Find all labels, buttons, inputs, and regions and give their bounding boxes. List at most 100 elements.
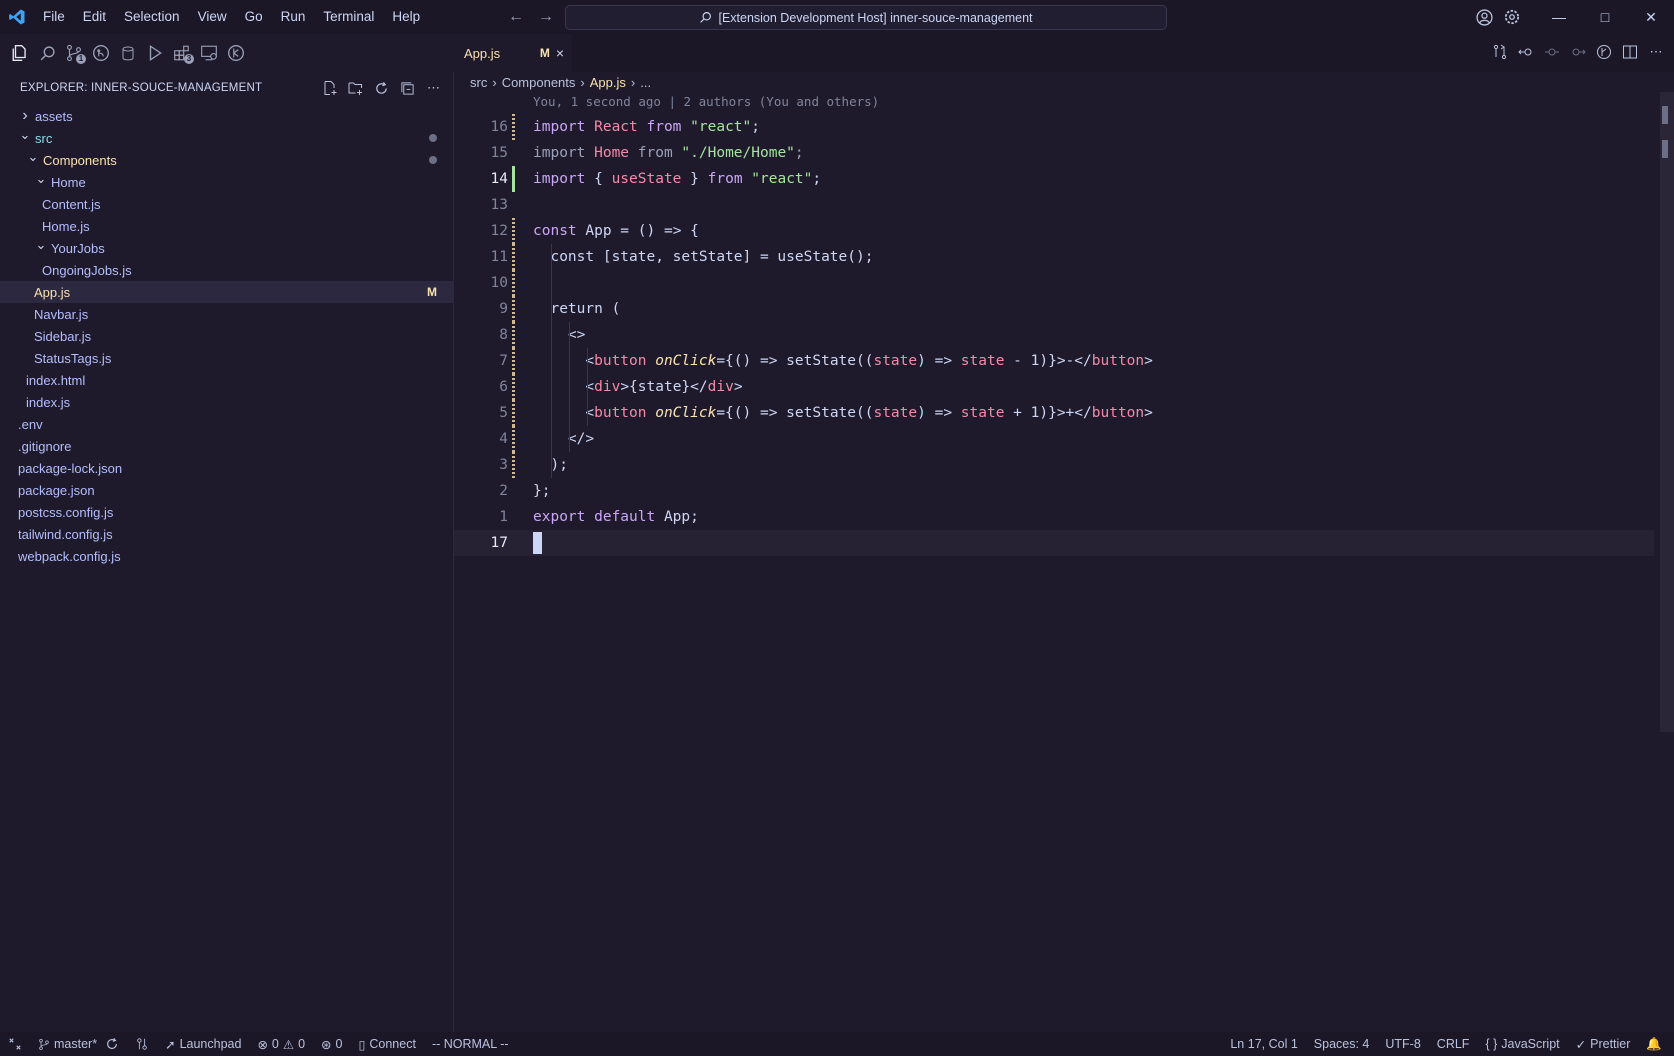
tree-folder[interactable]: ⌄ src xyxy=(0,127,453,149)
cursor-position[interactable]: Ln 17, Col 1 xyxy=(1222,1032,1305,1056)
code-line[interactable]: 4 </> xyxy=(454,426,1654,452)
code-line[interactable]: 17 xyxy=(454,530,1654,556)
tree-folder[interactable]: › assets xyxy=(0,105,453,127)
code-line[interactable]: 2}; xyxy=(454,478,1654,504)
prettier-status[interactable]: ✓ Prettier xyxy=(1568,1032,1639,1056)
search-view-icon[interactable] xyxy=(35,38,59,68)
accounts-icon[interactable] xyxy=(1470,0,1498,34)
indentation[interactable]: Spaces: 4 xyxy=(1306,1032,1378,1056)
menu-help[interactable]: Help xyxy=(383,0,429,34)
extensions-icon[interactable]: 3 xyxy=(170,38,194,68)
breadcrumb-components[interactable]: Components xyxy=(502,75,576,90)
tree-file[interactable]: Home.js xyxy=(0,215,453,237)
code-line[interactable]: 11 const [state, setState] = useState(); xyxy=(454,244,1654,270)
code-line[interactable]: 13 xyxy=(454,192,1654,218)
manage-gear-icon[interactable] xyxy=(1498,0,1526,34)
minimize-button[interactable]: — xyxy=(1536,0,1582,34)
problems-status[interactable]: ⊗ 0 ⚠ 0 xyxy=(249,1032,313,1056)
tree-folder[interactable]: ⌄ Components xyxy=(0,149,453,171)
sync-icon[interactable] xyxy=(105,1037,119,1051)
remote-indicator-icon[interactable] xyxy=(0,1032,30,1056)
code-line[interactable]: 10 xyxy=(454,270,1654,296)
tree-file[interactable]: .gitignore xyxy=(0,435,453,457)
code-line[interactable]: 16 import React from "react"; xyxy=(454,114,1654,140)
tree-file[interactable]: package.json xyxy=(0,479,453,501)
code-editor[interactable]: You, 1 second ago | 2 authors (You and o… xyxy=(454,92,1654,1032)
code-line[interactable]: 7 <button onClick={() => setState((state… xyxy=(454,348,1654,374)
maximize-button[interactable]: □ xyxy=(1582,0,1628,34)
encoding[interactable]: UTF-8 xyxy=(1377,1032,1428,1056)
menu-file[interactable]: File xyxy=(34,0,74,34)
code-line[interactable]: 9 return ( xyxy=(454,296,1654,322)
tree-file[interactable]: App.js M xyxy=(0,281,453,303)
close-tab-icon[interactable]: × xyxy=(556,45,564,61)
breadcrumb-symbols[interactable]: ... xyxy=(640,75,651,90)
collapse-all-icon[interactable] xyxy=(398,78,417,98)
tree-file[interactable]: Content.js xyxy=(0,193,453,215)
gitlens-status-icon[interactable] xyxy=(127,1032,157,1056)
tree-file[interactable]: index.js xyxy=(0,391,453,413)
code-line[interactable]: 8 <> xyxy=(454,322,1654,348)
vscode-logo-icon[interactable] xyxy=(0,0,34,34)
previous-revision-icon[interactable] xyxy=(1516,42,1536,62)
code-lines[interactable]: 16 import React from "react"; 15 import Hom… xyxy=(454,114,1654,556)
menu-selection[interactable]: Selection xyxy=(115,0,189,34)
menu-run[interactable]: Run xyxy=(272,0,315,34)
tree-file[interactable]: index.html xyxy=(0,369,453,391)
ports-status[interactable]: ⊛ 0 xyxy=(313,1032,350,1056)
code-line[interactable]: 1 export default App; xyxy=(454,504,1654,530)
tree-file[interactable]: Navbar.js xyxy=(0,303,453,325)
gitlens-inspect-icon[interactable] xyxy=(1594,42,1614,62)
source-control-icon[interactable]: 1 xyxy=(62,38,86,68)
language-mode[interactable]: { } JavaScript xyxy=(1477,1032,1567,1056)
tree-file[interactable]: webpack.config.js xyxy=(0,545,453,567)
code-line[interactable]: 12 const App = () => { xyxy=(454,218,1654,244)
forward-arrow-icon[interactable]: → xyxy=(538,8,554,26)
code-line[interactable]: 3 ); xyxy=(454,452,1654,478)
tree-folder[interactable]: ⌄ Home xyxy=(0,171,453,193)
code-line[interactable]: 5 <button onClick={() => setState((state… xyxy=(454,400,1654,426)
editor-scrollbar[interactable] xyxy=(1660,92,1674,732)
tree-file[interactable]: package-lock.json xyxy=(0,457,453,479)
refresh-icon[interactable] xyxy=(372,78,391,98)
database-icon[interactable] xyxy=(116,38,140,68)
tree-file[interactable]: postcss.config.js xyxy=(0,501,453,523)
new-file-icon[interactable] xyxy=(320,78,339,98)
branch-status[interactable]: master* xyxy=(30,1032,127,1056)
tree-file[interactable]: .env xyxy=(0,413,453,435)
close-window-button[interactable]: ✕ xyxy=(1628,0,1674,34)
menu-go[interactable]: Go xyxy=(236,0,272,34)
more-actions-icon[interactable]: ⋯ xyxy=(424,78,443,98)
menu-edit[interactable]: Edit xyxy=(74,0,115,34)
menu-terminal[interactable]: Terminal xyxy=(314,0,383,34)
tree-file[interactable]: Sidebar.js xyxy=(0,325,453,347)
remote-explorer-icon[interactable] xyxy=(197,38,221,68)
commit-graph-icon[interactable] xyxy=(1542,42,1562,62)
end-of-line[interactable]: CRLF xyxy=(1429,1032,1478,1056)
breadcrumb-app-js[interactable]: App.js xyxy=(590,75,626,90)
tree-file[interactable]: OngoingJobs.js xyxy=(0,259,453,281)
tree-file[interactable]: tailwind.config.js xyxy=(0,523,453,545)
gitlens-icon[interactable] xyxy=(89,38,113,68)
editor-more-icon[interactable]: ⋯ xyxy=(1646,42,1666,62)
launchpad-status[interactable]: ➚ Launchpad xyxy=(157,1032,249,1056)
split-editor-icon[interactable] xyxy=(1620,42,1640,62)
back-arrow-icon[interactable]: ← xyxy=(508,8,524,26)
tree-file[interactable]: StatusTags.js xyxy=(0,347,453,369)
code-line[interactable]: 14 import { useState } from "react"; xyxy=(454,166,1654,192)
connect-status[interactable]: ▯ Connect xyxy=(350,1032,423,1056)
breadcrumb-src[interactable]: src xyxy=(470,75,487,90)
command-center[interactable]: [Extension Development Host] inner-souce… xyxy=(565,5,1167,30)
new-folder-icon[interactable] xyxy=(346,78,365,98)
notifications-bell-icon[interactable]: 🔔 xyxy=(1638,1032,1674,1056)
tab-app-js[interactable]: App.js M × xyxy=(454,34,572,72)
open-changes-icon[interactable] xyxy=(1490,42,1510,62)
menu-view[interactable]: View xyxy=(189,0,236,34)
explorer-icon[interactable] xyxy=(8,38,32,68)
code-line[interactable]: 6 <div>{state}</div> xyxy=(454,374,1654,400)
timeline-icon[interactable] xyxy=(224,38,248,68)
tree-folder[interactable]: ⌄ YourJobs xyxy=(0,237,453,259)
code-line[interactable]: 15 import Home from "./Home/Home"; xyxy=(454,140,1654,166)
git-blame-annotation[interactable]: You, 1 second ago | 2 authors (You and o… xyxy=(533,92,879,112)
run-debug-icon[interactable] xyxy=(143,38,167,68)
